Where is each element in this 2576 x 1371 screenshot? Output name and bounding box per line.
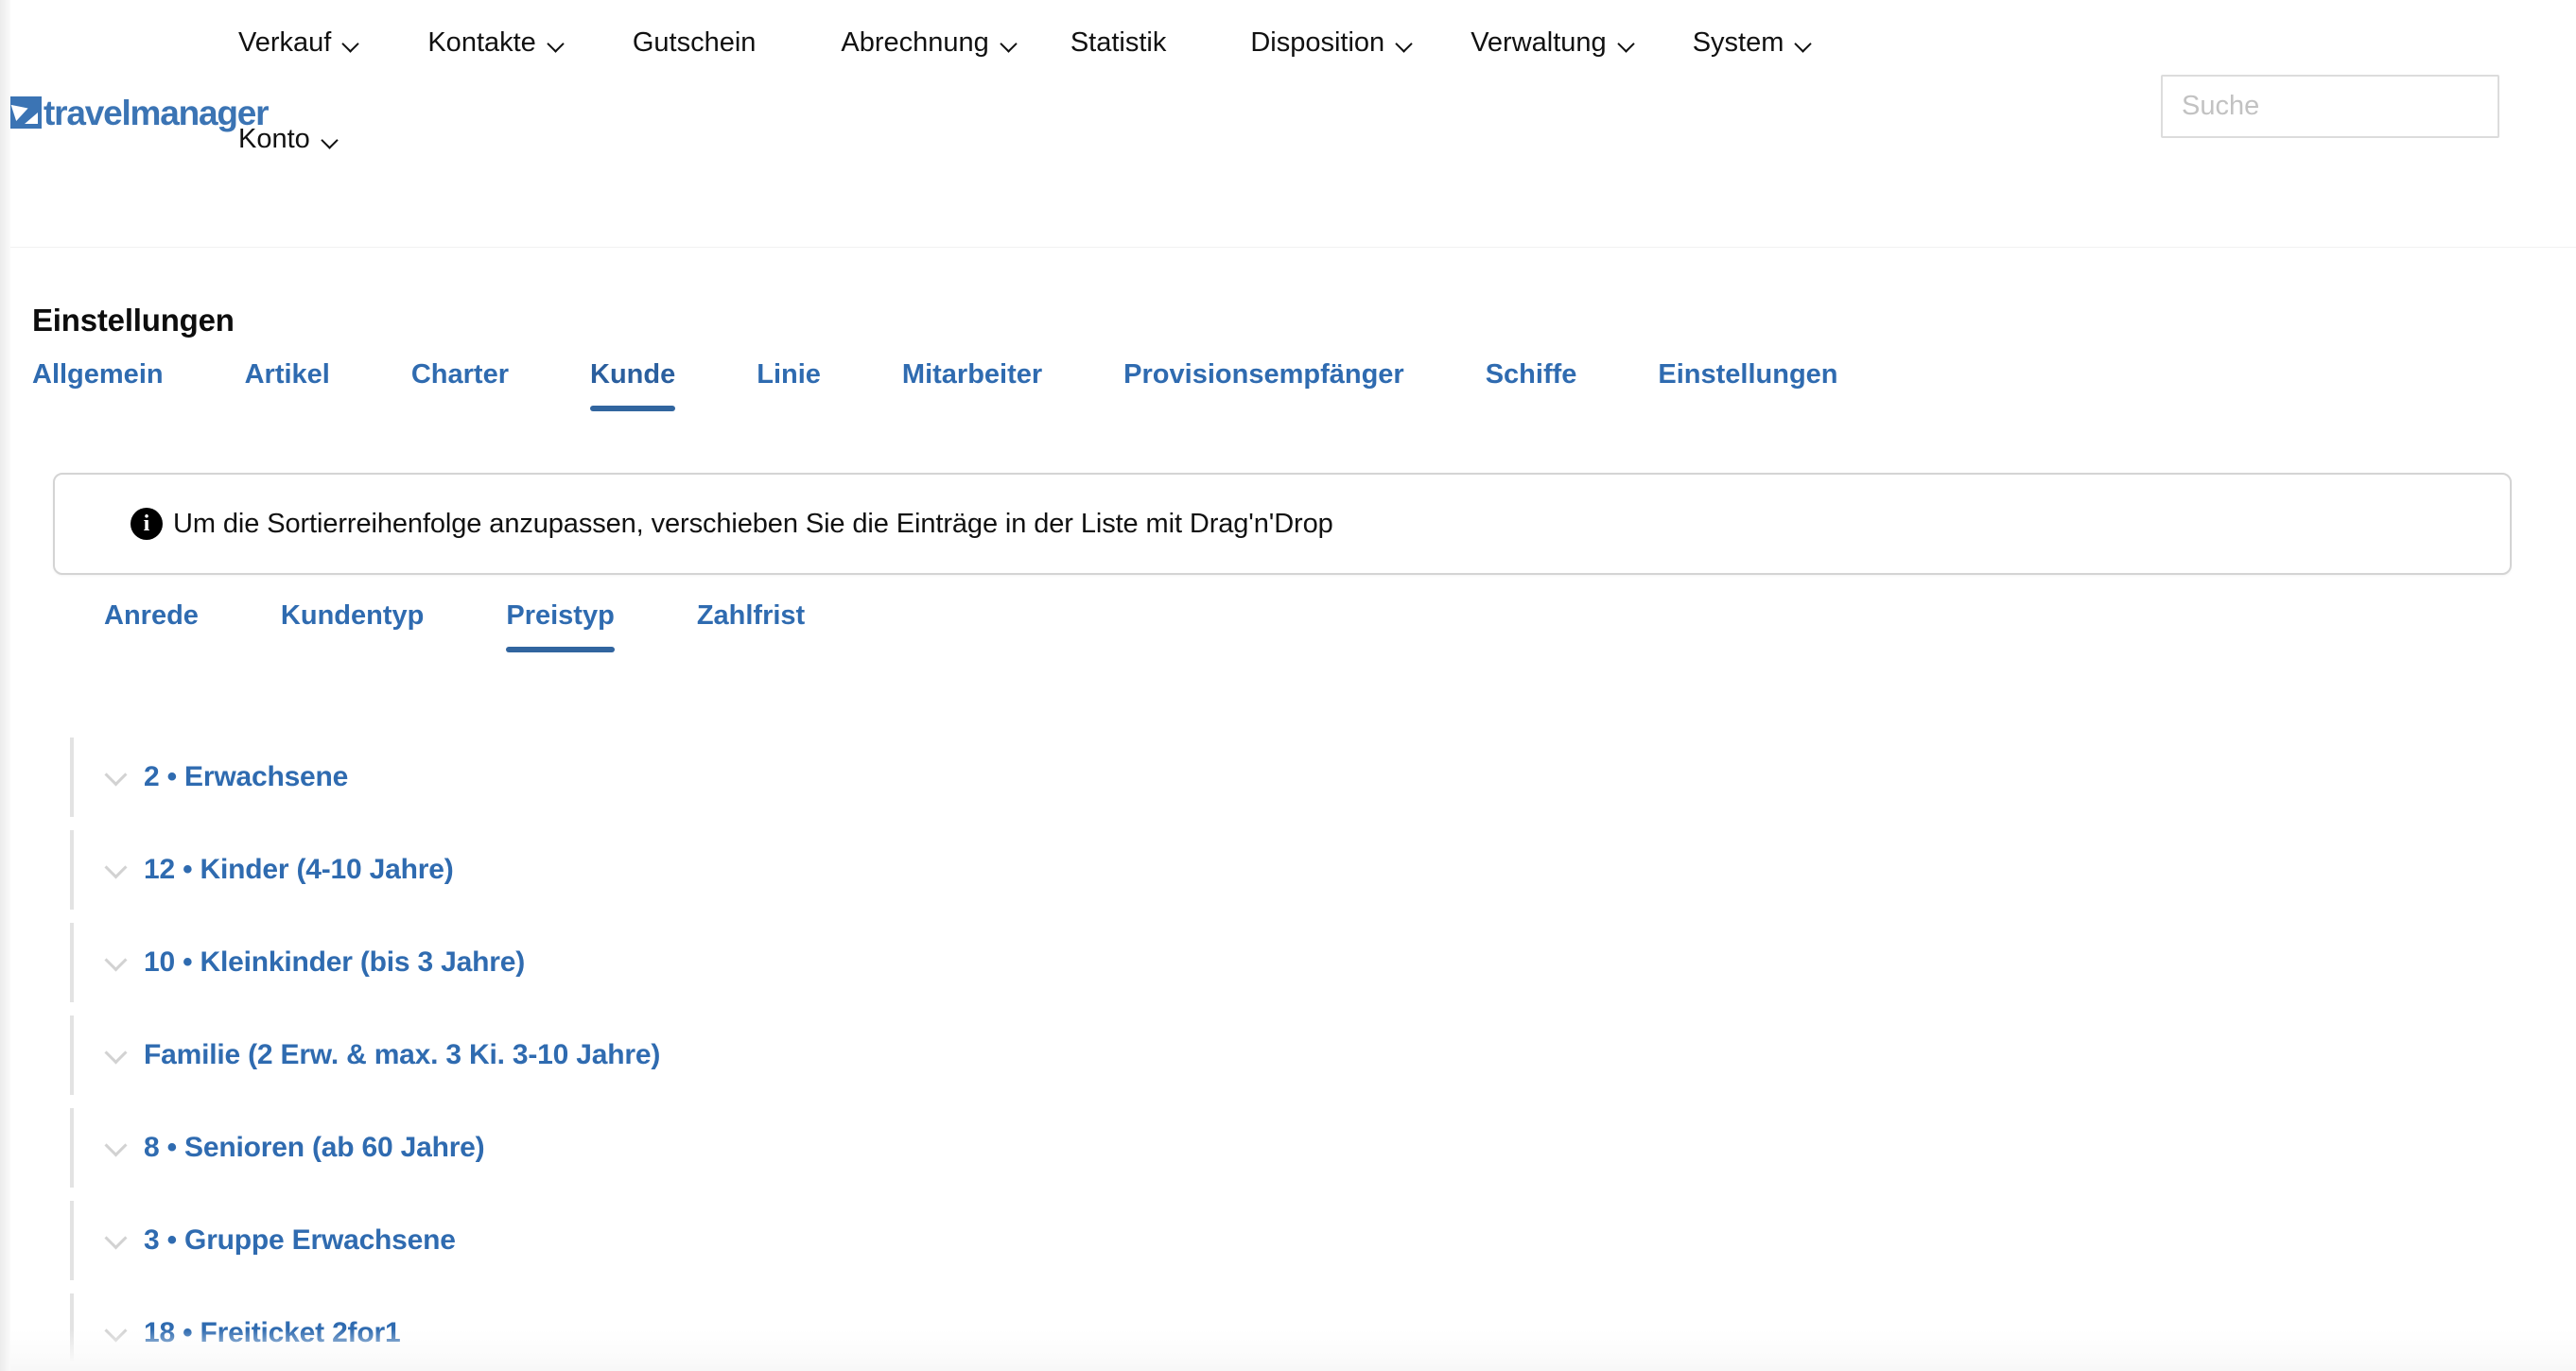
nav-item-label: Gutschein (632, 26, 757, 58)
chevron-down-icon (1796, 38, 1811, 53)
tab-einstellungen[interactable]: Einstellungen (1658, 359, 1837, 411)
subtab-preistyp[interactable]: Preistyp (506, 600, 615, 653)
list-item-label: Familie (2 Erw. & max. 3 Ki. 3-10 Jahre) (144, 1039, 661, 1070)
tab-label: Kunde (590, 359, 676, 390)
tab-label: Schiffe (1485, 359, 1577, 390)
list-item-label: 10 • Kleinkinder (bis 3 Jahre) (144, 946, 525, 978)
list-item-label: 8 • Senioren (ab 60 Jahre) (144, 1132, 485, 1163)
info-banner-text: Um die Sortierreihenfolge anzupassen, ve… (173, 508, 1333, 539)
list-item[interactable]: Familie (2 Erw. & max. 3 Ki. 3-10 Jahre) (70, 1009, 2510, 1102)
chevron-down-icon (1619, 38, 1634, 53)
chevron-down-icon[interactable] (104, 1134, 129, 1158)
chevron-down-icon (343, 38, 358, 53)
list-item-label: 2 • Erwachsene (144, 761, 349, 792)
chevron-down-icon[interactable] (104, 1041, 129, 1066)
subtab-label: Kundentyp (280, 600, 425, 631)
list-item[interactable]: 10 • Kleinkinder (bis 3 Jahre) (70, 916, 2510, 1009)
nav-item-label: Statistik (1070, 26, 1167, 58)
search-input[interactable] (2163, 77, 2498, 136)
list-item[interactable]: 2 • Erwachsene (70, 731, 2510, 824)
primary-navigation-row-2: Konto (238, 110, 1941, 168)
subtab-anrede[interactable]: Anrede (104, 600, 199, 652)
info-circle-icon: i (131, 508, 163, 540)
chevron-down-icon[interactable] (104, 1319, 129, 1344)
page-title: Einstellungen (32, 303, 235, 338)
chevron-down-icon (1001, 38, 1017, 53)
tab-label: Allgemein (32, 359, 164, 390)
chevron-down-icon (548, 38, 564, 53)
list-item-label: 3 • Gruppe Erwachsene (144, 1224, 456, 1256)
search-box[interactable] (2161, 75, 2499, 138)
tab-artikel[interactable]: Artikel (245, 359, 330, 411)
chevron-down-icon (322, 134, 338, 149)
nav-item-gutschein[interactable]: Gutschein (632, 26, 757, 58)
app-page: travelmanager Verkauf Kontakte Gutschein… (0, 0, 2576, 1371)
nav-item-label: Verkauf (238, 26, 332, 58)
kunde-subtabs: Anrede Kundentyp Preistyp Zahlfrist (104, 600, 805, 653)
nav-item-system[interactable]: System (1692, 26, 1812, 58)
list-item[interactable]: 8 • Senioren (ab 60 Jahre) (70, 1102, 2510, 1194)
tab-schiffe[interactable]: Schiffe (1486, 359, 1577, 411)
subtab-zahlfrist[interactable]: Zahlfrist (697, 600, 805, 652)
chevron-down-icon[interactable] (104, 1226, 129, 1251)
tab-label: Mitarbeiter (901, 359, 1043, 390)
primary-navigation: Verkauf Kontakte Gutschein Abrechnung St… (238, 0, 1941, 168)
chevron-down-icon[interactable] (104, 763, 129, 788)
list-item[interactable]: 12 • Kinder (4-10 Jahre) (70, 824, 2510, 916)
tab-provisionsempfaenger[interactable]: Provisionsempfänger (1123, 359, 1404, 411)
list-item[interactable]: 3 • Gruppe Erwachsene (70, 1194, 2510, 1287)
primary-navigation-row-1: Verkauf Kontakte Gutschein Abrechnung St… (238, 13, 1941, 72)
list-item-label: 12 • Kinder (4-10 Jahre) (144, 854, 454, 885)
tab-label: Einstellungen (1658, 359, 1838, 390)
tab-kunde[interactable]: Kunde (590, 359, 676, 412)
settings-tabs: Allgemein Artikel Charter Kunde Linie Mi… (32, 359, 2548, 412)
brand-logo[interactable]: travelmanager (9, 91, 270, 134)
subtab-active-underline (506, 647, 615, 653)
subtab-kundentyp[interactable]: Kundentyp (281, 600, 424, 652)
nav-item-verkauf[interactable]: Verkauf (238, 26, 358, 58)
logo-text: travelmanager (44, 93, 270, 132)
nav-item-konto[interactable]: Konto (238, 123, 338, 154)
nav-item-label: Kontakte (427, 26, 536, 58)
nav-item-label: Abrechnung (841, 26, 989, 58)
list-item-label: 18 • Freiticket 2for1 (144, 1317, 401, 1348)
tab-allgemein[interactable]: Allgemein (32, 359, 164, 411)
tab-label: Charter (410, 359, 510, 390)
logo-mark-icon (9, 96, 42, 129)
tab-active-underline (590, 406, 676, 412)
tab-linie[interactable]: Linie (757, 359, 821, 411)
nav-item-label: Konto (238, 123, 310, 154)
list-item[interactable]: 18 • Freiticket 2for1 (70, 1287, 2510, 1371)
nav-item-label: System (1692, 26, 1784, 58)
tab-label: Artikel (244, 359, 330, 390)
app-header: travelmanager Verkauf Kontakte Gutschein… (0, 0, 2576, 248)
info-banner: i Um die Sortierreihenfolge anzupassen, … (53, 473, 2512, 575)
subtab-label: Preistyp (506, 600, 615, 631)
chevron-down-icon[interactable] (104, 948, 129, 973)
subtab-label: Anrede (104, 600, 199, 631)
chevron-down-icon[interactable] (104, 856, 129, 880)
chevron-down-icon (1397, 38, 1412, 53)
tab-label: Linie (757, 359, 821, 390)
nav-item-label: Verwaltung (1471, 26, 1607, 58)
nav-item-disposition[interactable]: Disposition (1250, 26, 1412, 58)
subtab-label: Zahlfrist (696, 600, 806, 631)
nav-item-label: Disposition (1250, 26, 1385, 58)
tab-mitarbeiter[interactable]: Mitarbeiter (902, 359, 1042, 411)
nav-item-statistik[interactable]: Statistik (1070, 26, 1167, 58)
left-gutter (0, 0, 10, 1371)
nav-item-abrechnung[interactable]: Abrechnung (841, 26, 1017, 58)
nav-item-kontakte[interactable]: Kontakte (427, 26, 564, 58)
tab-label: Provisionsempfänger (1123, 359, 1404, 390)
nav-item-verwaltung[interactable]: Verwaltung (1471, 26, 1634, 58)
preistyp-list: 2 • Erwachsene 12 • Kinder (4-10 Jahre) … (70, 731, 2510, 1371)
tab-charter[interactable]: Charter (411, 359, 509, 411)
